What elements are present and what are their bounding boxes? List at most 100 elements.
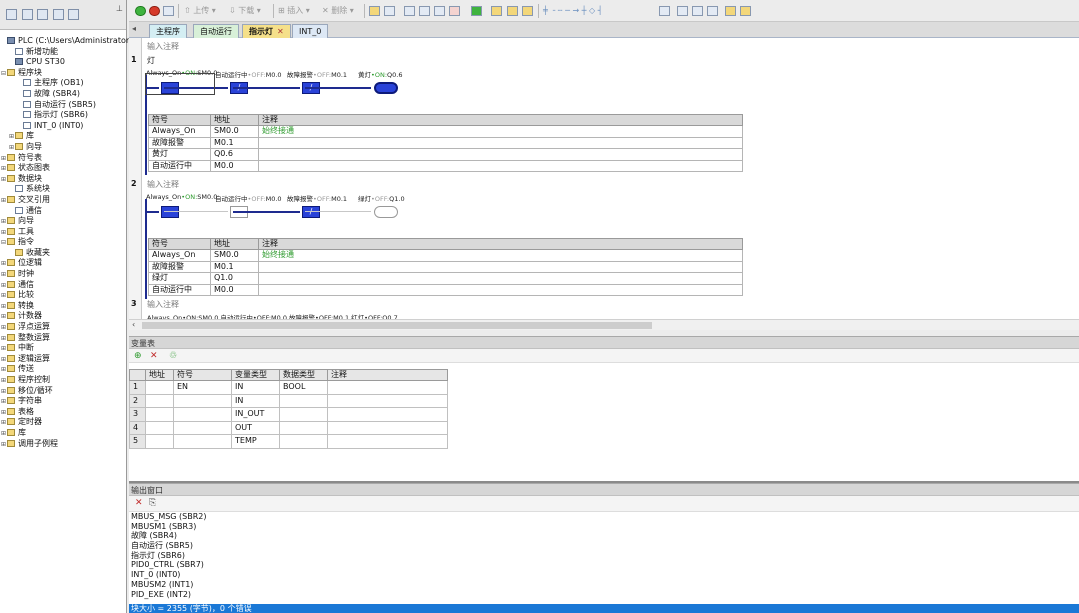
variable-cell[interactable]	[145, 393, 174, 409]
tree-item[interactable]: 自动运行 (SBR5)	[0, 100, 127, 111]
scrollbar-thumb[interactable]	[142, 322, 652, 329]
variable-cell[interactable]	[279, 434, 328, 449]
block-comment[interactable]: 输入注释	[147, 41, 179, 52]
tree-item[interactable]: ⊞ 工具	[0, 227, 127, 238]
pin-icon[interactable]: ⊥	[116, 4, 123, 13]
variable-cell[interactable]	[279, 393, 328, 409]
program-status-icon[interactable]	[369, 6, 380, 16]
chart-status-icon[interactable]	[384, 6, 395, 16]
variable-cell[interactable]	[173, 420, 232, 436]
toolbar-icon[interactable]	[740, 6, 751, 16]
variable-cell[interactable]: EN	[173, 380, 232, 395]
tree-item[interactable]: 故障 (SBR4)	[0, 89, 127, 100]
tree-item[interactable]: ⊞ 程序控制	[0, 375, 127, 386]
output-coil[interactable]	[374, 206, 398, 218]
variable-cell[interactable]: BOOL	[279, 380, 328, 395]
tree-item[interactable]: ⊞ 字符串	[0, 396, 127, 407]
clear-output-icon[interactable]: ✕	[135, 498, 143, 508]
tab-1[interactable]: 主程序	[149, 24, 187, 38]
tree-item[interactable]: ⊞ 数据块	[0, 174, 127, 185]
variable-cell[interactable]	[173, 393, 232, 409]
tree-item[interactable]: ⊞ 定时器	[0, 417, 127, 428]
tree-item[interactable]: 指示灯 (SBR6)	[0, 110, 127, 121]
view-icon[interactable]	[6, 9, 17, 20]
compile-icon[interactable]	[163, 6, 174, 16]
tab-scroll-left-icon[interactable]: ◂	[132, 24, 136, 33]
ladder-editor[interactable]: 输入注释 1灯Always_On•ON:SM0.0自动运行中•OFF:M0.0/…	[129, 38, 1079, 319]
lock-icon[interactable]	[507, 6, 518, 16]
variable-cell[interactable]	[145, 407, 174, 422]
variable-cell[interactable]: TEMP	[231, 434, 280, 449]
network-comment[interactable]: 输入注释	[147, 299, 179, 310]
tree-item[interactable]: ⊞ 转换	[0, 301, 127, 312]
nc-contact[interactable]: /	[302, 206, 320, 218]
variable-cell[interactable]	[327, 393, 448, 409]
toolbar-icon[interactable]	[659, 6, 670, 16]
variable-cell[interactable]	[327, 434, 448, 449]
network-title[interactable]: 灯	[147, 55, 155, 66]
toolbar-icon[interactable]	[725, 6, 736, 16]
variable-cell[interactable]	[327, 407, 448, 422]
variable-cell[interactable]	[279, 407, 328, 422]
tree-item[interactable]: ⊞ 位逻辑	[0, 258, 127, 269]
variable-row[interactable]: 5 TEMP	[129, 434, 448, 449]
variable-row[interactable]: 2 IN	[129, 393, 448, 409]
tab-close-icon[interactable]: ✕	[277, 27, 284, 36]
tree-item[interactable]: ⊞ 通信	[0, 280, 127, 291]
tree-item[interactable]: 收藏夹	[0, 248, 127, 259]
no-contact[interactable]	[161, 206, 179, 218]
variable-cell[interactable]	[327, 420, 448, 436]
toolbar-icon[interactable]	[692, 6, 703, 16]
tree-item[interactable]: ⊞ 符号表	[0, 153, 127, 164]
tree-item[interactable]: ⊟ 程序块	[0, 68, 127, 79]
insert-row-icon[interactable]: ⊕	[134, 351, 142, 361]
stop-icon[interactable]	[149, 6, 160, 16]
tree-item[interactable]: ⊞ 状态图表	[0, 163, 127, 174]
tree-item[interactable]: ⊞ 移位/循环	[0, 386, 127, 397]
tab-4[interactable]: INT_0	[292, 24, 329, 38]
tree-item[interactable]: 主程序 (OB1)	[0, 78, 127, 89]
tab-2[interactable]: 自动运行	[193, 24, 239, 38]
lock-icon[interactable]	[491, 6, 502, 16]
variable-cell[interactable]	[327, 380, 448, 395]
toolbar-icon[interactable]	[707, 6, 718, 16]
tree-item[interactable]: 新增功能	[0, 47, 127, 58]
expand-icon[interactable]: ⊞	[0, 440, 7, 451]
view-icon[interactable]	[53, 9, 64, 20]
tree-item[interactable]: ⊞ 库	[0, 131, 127, 142]
tree-item[interactable]: ⊞ 浮点运算	[0, 322, 127, 333]
ladder-tools[interactable]: ╪ ╶ ╌ ─ → ┼ ◇ ┤	[543, 4, 603, 18]
toolbar-icon[interactable]	[449, 6, 460, 16]
view-icon[interactable]	[22, 9, 33, 20]
variable-cell[interactable]: IN_OUT	[231, 407, 280, 422]
tree-item[interactable]: CPU ST30	[0, 57, 127, 68]
output-coil[interactable]	[374, 82, 398, 94]
lock-icon[interactable]	[522, 6, 533, 16]
network-comment[interactable]: 输入注释	[147, 179, 179, 190]
insert-button[interactable]: ⊞ 插入 ▾	[278, 4, 310, 18]
tree-item[interactable]: ⊞ 交叉引用	[0, 195, 127, 206]
variable-row[interactable]: 3 IN_OUT	[129, 407, 448, 422]
delete-row-icon[interactable]: ✕	[150, 351, 158, 361]
download-button[interactable]: ⇩ 下载 ▾	[229, 4, 261, 18]
tree-item[interactable]: ⊞ 向导	[0, 142, 127, 153]
upload-button[interactable]: ⇧ 上传 ▾	[184, 4, 216, 18]
view-icon[interactable]	[37, 9, 48, 20]
tree-item[interactable]: 通信	[0, 206, 127, 217]
variable-cell[interactable]	[279, 420, 328, 436]
tree-item[interactable]: ⊞ 库	[0, 428, 127, 439]
tree-item[interactable]: 系统块	[0, 184, 127, 195]
tree-item[interactable]: INT_0 (INT0)	[0, 121, 127, 132]
tree-item[interactable]: PLC (C:\Users\Administrator\Deskt	[0, 36, 155, 47]
toolbar-icon[interactable]	[471, 6, 482, 16]
tree-item[interactable]: ⊞ 中断	[0, 343, 127, 354]
variable-cell[interactable]: OUT	[231, 420, 280, 436]
toolbar-icon[interactable]	[434, 6, 445, 16]
toolbar-icon[interactable]	[677, 6, 688, 16]
tree-item[interactable]: ⊞ 逻辑运算	[0, 354, 127, 365]
variable-row[interactable]: 4 OUT	[129, 420, 448, 436]
tree-item[interactable]: ⊞ 调用子例程	[0, 439, 127, 450]
scroll-left-icon[interactable]: ‹	[132, 320, 135, 329]
toolbar-icon[interactable]	[404, 6, 415, 16]
tree-item[interactable]: ⊟ 指令	[0, 237, 127, 248]
